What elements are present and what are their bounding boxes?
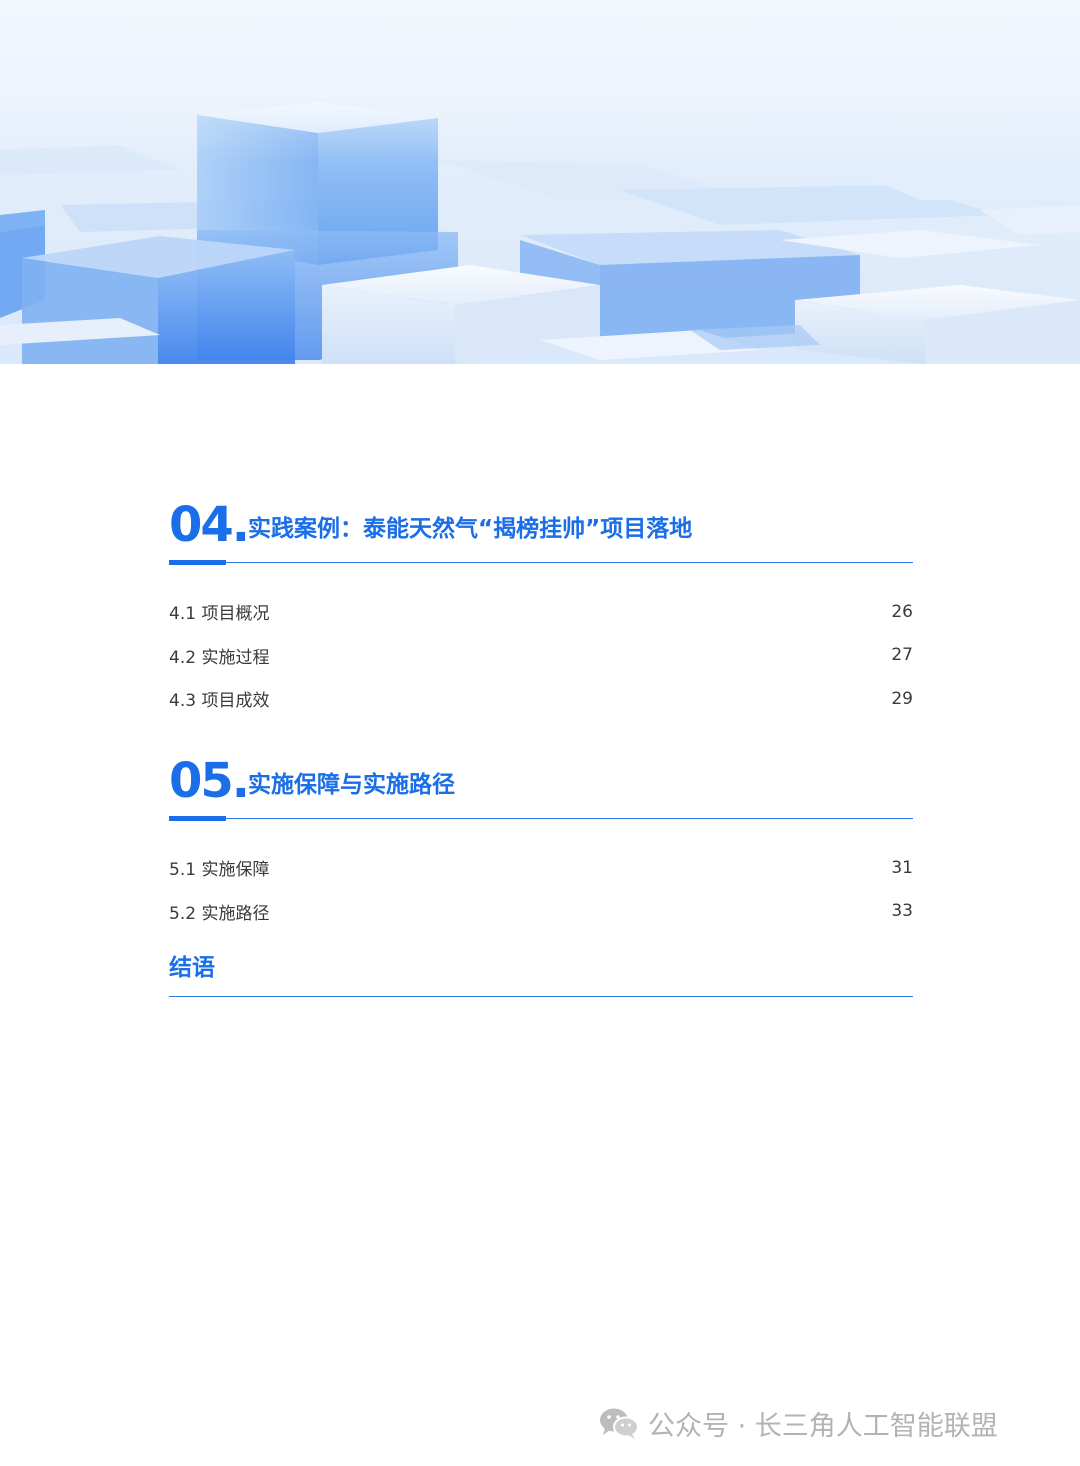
section-title: 实践案例：泰能天然气“揭榜挂帅”项目落地 bbox=[248, 516, 693, 542]
ending-divider bbox=[169, 996, 913, 997]
toc-item-4-3[interactable]: 4.3 项目成效 29 bbox=[169, 677, 913, 721]
toc-item-5-2[interactable]: 5.2 实施路径 33 bbox=[169, 890, 913, 934]
toc-item-page: 33 bbox=[891, 901, 913, 922]
toc-item-label: 4.1 项目概况 bbox=[169, 604, 270, 625]
toc-item-page: 27 bbox=[891, 645, 913, 666]
section-divider-accent bbox=[169, 560, 226, 565]
section-header: 05. 实施保障与实施路径 bbox=[169, 753, 913, 823]
section-divider bbox=[169, 562, 913, 563]
toc-item-4-2[interactable]: 4.2 实施过程 27 bbox=[169, 634, 913, 678]
section-number: 04. bbox=[169, 497, 250, 553]
hero-banner bbox=[0, 0, 1080, 364]
wechat-icon bbox=[600, 1408, 639, 1439]
toc-section-05: 05. 实施保障与实施路径 5.1 实施保障 31 5.2 实施路径 33 bbox=[169, 753, 913, 924]
section-title: 实施保障与实施路径 bbox=[248, 772, 455, 798]
toc-ending[interactable]: 结语 bbox=[169, 950, 913, 997]
section-number: 05. bbox=[169, 753, 250, 809]
toc-list: 4.1 项目概况 26 4.2 实施过程 27 4.3 项目成效 29 bbox=[169, 590, 913, 721]
toc-item-label: 5.2 实施路径 bbox=[169, 903, 270, 924]
toc-item-page: 26 bbox=[891, 601, 913, 622]
glass-cubes-illustration bbox=[0, 0, 1080, 364]
section-divider-accent bbox=[169, 816, 226, 821]
toc-section-04: 04. 实践案例：泰能天然气“揭榜挂帅”项目落地 4.1 项目概况 26 4.2… bbox=[169, 497, 913, 711]
toc-item-label: 5.1 实施保障 bbox=[169, 860, 270, 881]
toc-item-page: 31 bbox=[891, 857, 913, 878]
toc-item-label: 4.3 项目成效 bbox=[169, 691, 270, 712]
toc-item-page: 29 bbox=[891, 688, 913, 709]
toc-list: 5.1 实施保障 31 5.2 实施路径 33 bbox=[169, 846, 913, 933]
watermark: 公众号 · 长三角人工智能联盟 bbox=[598, 1402, 998, 1444]
section-header: 04. 实践案例：泰能天然气“揭榜挂帅”项目落地 bbox=[169, 497, 913, 567]
section-divider bbox=[169, 818, 913, 819]
toc-item-label: 4.2 实施过程 bbox=[169, 647, 270, 668]
toc-item-5-1[interactable]: 5.1 实施保障 31 bbox=[169, 846, 913, 890]
ending-title: 结语 bbox=[169, 955, 215, 981]
toc-item-4-1[interactable]: 4.1 项目概况 26 bbox=[169, 590, 913, 634]
watermark-text: 公众号 · 长三角人工智能联盟 bbox=[648, 1410, 998, 1442]
